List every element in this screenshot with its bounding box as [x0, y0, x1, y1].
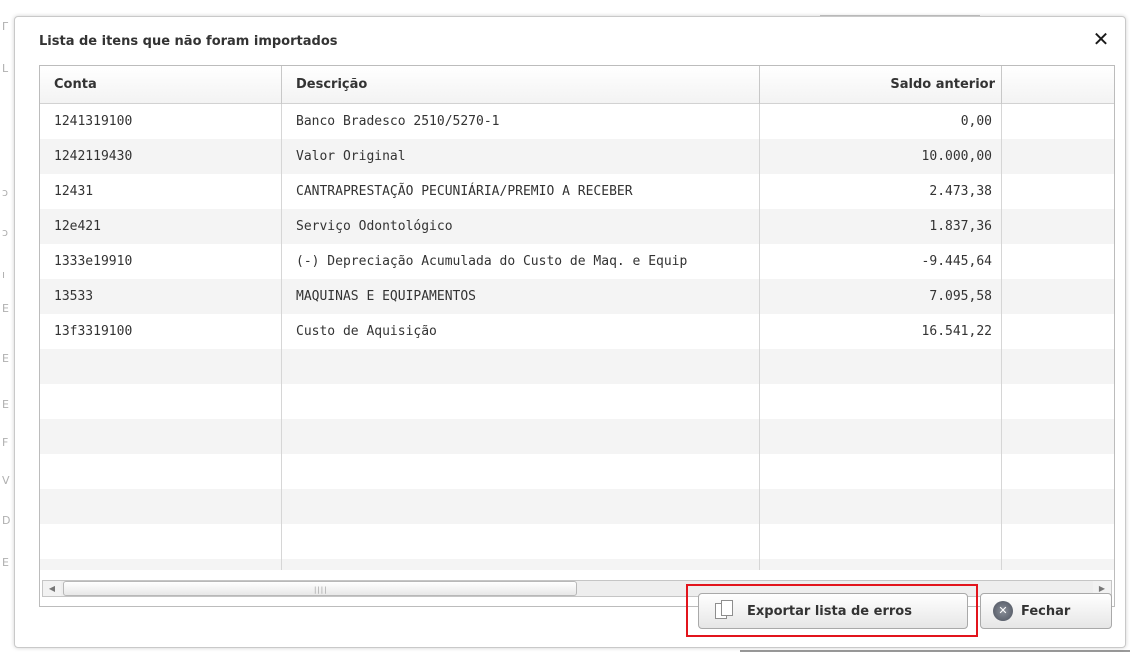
cell-conta: 12e421: [54, 219, 101, 234]
table-row[interactable]: 12431 CANTRAPRESTAÇÃO PECUNIÁRIA/PREMIO …: [40, 174, 1114, 209]
table-row[interactable]: 13f3319100 Custo de Aquisição 16.541,22: [40, 314, 1114, 349]
empty-row: [40, 489, 1114, 524]
table-row[interactable]: 12e421 Serviço Odontológico 1.837,36: [40, 209, 1114, 244]
empty-row: [40, 349, 1114, 384]
column-header-descricao[interactable]: Descrição: [282, 66, 760, 104]
cell-saldo: 1.837,36: [929, 219, 992, 234]
empty-row: [40, 384, 1114, 419]
background-divider: [740, 650, 1130, 652]
cell-descricao: MAQUINAS E EQUIPAMENTOS: [296, 289, 477, 304]
cell-saldo: 7.095,58: [929, 289, 992, 304]
cell-conta: 1241319100: [54, 114, 133, 129]
empty-row: [40, 419, 1114, 454]
cell-saldo: -9.445,64: [921, 254, 992, 269]
scroll-left-icon[interactable]: ◀: [43, 581, 61, 596]
import-errors-dialog: Lista de itens que não foram importados …: [14, 16, 1126, 648]
cell-descricao: Valor Original: [296, 149, 406, 164]
export-errors-button[interactable]: Exportar lista de erros: [698, 593, 968, 629]
close-icon[interactable]: ✕: [1091, 27, 1111, 51]
column-header-conta[interactable]: Conta: [40, 66, 282, 104]
column-divider: [1001, 104, 1002, 570]
column-divider: [281, 104, 282, 570]
cell-conta: 1333e19910: [54, 254, 133, 269]
export-button-label: Exportar lista de erros: [747, 603, 912, 619]
grip-icon: ||||: [314, 586, 328, 594]
table-row[interactable]: 1241319100 Banco Bradesco 2510/5270-1 0,…: [40, 104, 1114, 139]
empty-row: [40, 524, 1114, 559]
cell-descricao: Banco Bradesco 2510/5270-1: [296, 114, 500, 129]
column-divider: [759, 104, 760, 570]
scrollbar-thumb[interactable]: ||||: [63, 581, 577, 596]
cell-conta: 13f3319100: [54, 324, 133, 339]
column-header-saldo-anterior[interactable]: Saldo anterior: [760, 66, 1002, 104]
cell-descricao: Custo de Aquisição: [296, 324, 437, 339]
dialog-title: Lista de itens que não foram importados: [39, 34, 338, 49]
errors-grid: Conta Descrição Saldo anterior 124131910…: [39, 65, 1115, 607]
grid-body: 1241319100 Banco Bradesco 2510/5270-1 0,…: [40, 104, 1114, 570]
cell-saldo: 16.541,22: [921, 324, 992, 339]
table-row[interactable]: 13533 MAQUINAS E EQUIPAMENTOS 7.095,58: [40, 279, 1114, 314]
close-button-label: Fechar: [1021, 603, 1071, 619]
cell-saldo: 10.000,00: [921, 149, 992, 164]
table-row[interactable]: 1242119430 Valor Original 10.000,00: [40, 139, 1114, 174]
cell-descricao: Serviço Odontológico: [296, 219, 453, 234]
cell-conta: 1242119430: [54, 149, 133, 164]
background-app-edge: ᒥ L ↄ ↄ ı Ε Ε Ε F V D Ε: [2, 20, 11, 569]
column-header-extra: [1002, 66, 1114, 104]
cell-saldo: 2.473,38: [929, 184, 992, 199]
grid-header: Conta Descrição Saldo anterior: [40, 66, 1114, 104]
cell-descricao: CANTRAPRESTAÇÃO PECUNIÁRIA/PREMIO A RECE…: [296, 184, 633, 199]
empty-row: [40, 559, 1114, 570]
cell-conta: 13533: [54, 289, 94, 304]
close-button[interactable]: ✕ Fechar: [980, 593, 1112, 629]
cell-descricao: (-) Depreciação Acumulada do Custo de Ma…: [296, 254, 688, 269]
empty-row: [40, 454, 1114, 489]
table-row[interactable]: 1333e19910 (-) Depreciação Acumulada do …: [40, 244, 1114, 279]
copy-document-icon: [715, 600, 737, 622]
cell-conta: 12431: [54, 184, 94, 199]
close-circle-icon: ✕: [993, 601, 1013, 621]
cell-saldo: 0,00: [960, 114, 992, 129]
